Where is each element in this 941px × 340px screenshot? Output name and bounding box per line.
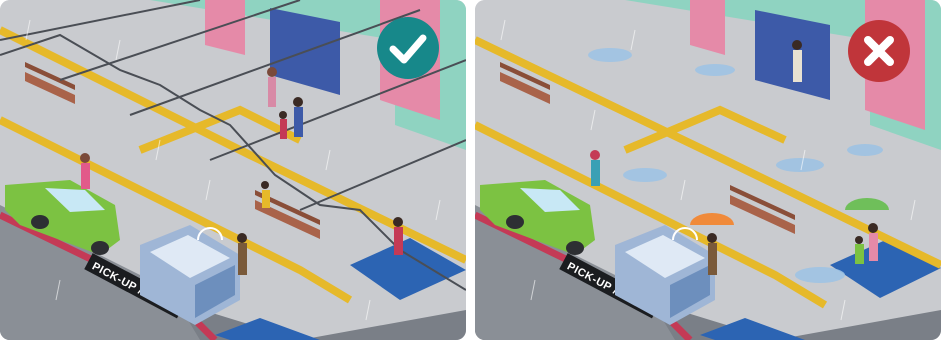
sheltered-dropoff-panel: PICK-UP / DROP-OFF <box>0 0 466 340</box>
incorrect-badge <box>848 20 910 82</box>
unsheltered-dropoff-panel: PICK-UP / DROP-OFF <box>475 0 941 340</box>
comparison-illustration: PICK-UP / DROP-OFF <box>0 0 941 340</box>
correct-badge <box>377 17 439 79</box>
